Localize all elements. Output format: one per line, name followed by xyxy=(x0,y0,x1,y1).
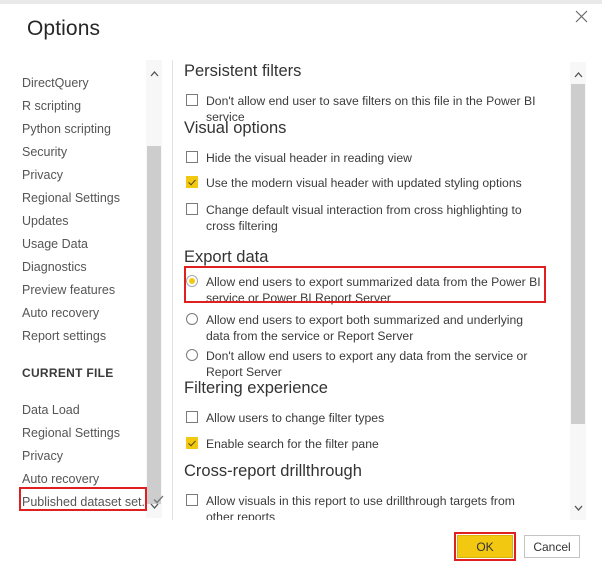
page-title: Options xyxy=(27,17,100,41)
ok-button[interactable]: OK xyxy=(457,535,513,558)
checkbox-option-row[interactable]: Hide the visual header in reading view xyxy=(184,150,544,166)
checkbox-option-row[interactable]: Use the modern visual header with update… xyxy=(184,175,544,191)
sidebar-item-usage-data[interactable]: Usage Data xyxy=(22,234,88,254)
sidebar-item-auto-recovery[interactable]: Auto recovery xyxy=(22,469,99,489)
checkmark-icon xyxy=(153,492,164,507)
sidebar-group-heading: CURRENT FILE xyxy=(22,363,114,383)
option-label: Enable search for the filter pane xyxy=(206,436,544,452)
sidebar-item-preview-features[interactable]: Preview features xyxy=(22,280,115,300)
sidebar-item-auto-recovery[interactable]: Auto recovery xyxy=(22,303,99,323)
radio-button[interactable] xyxy=(186,349,198,361)
close-button[interactable] xyxy=(566,3,596,29)
sidebar-scroll-up-button[interactable] xyxy=(146,65,162,81)
option-label: Allow end users to export both summarize… xyxy=(206,312,544,344)
chevron-down-icon xyxy=(574,498,583,516)
section-heading-filtering-experience: Filtering experience xyxy=(184,379,328,398)
content-scrollbar-thumb[interactable] xyxy=(571,84,585,424)
radio-option-row[interactable]: Don't allow end users to export any data… xyxy=(184,348,544,380)
section-heading-persistent-filters: Persistent filters xyxy=(184,62,301,81)
option-label: Allow users to change filter types xyxy=(206,410,544,426)
checkbox-option-row[interactable]: Allow visuals in this report to use dril… xyxy=(184,493,544,520)
radio-button[interactable] xyxy=(186,313,198,325)
sidebar-item-report-settings[interactable]: Report settings xyxy=(22,326,106,346)
chevron-up-icon xyxy=(150,64,159,82)
section-heading-visual-options: Visual options xyxy=(184,119,286,138)
sidebar: DirectQuery R scripting Python scripting Se… xyxy=(0,60,152,518)
checkbox[interactable] xyxy=(186,94,198,106)
sidebar-item-regional-settings[interactable]: Regional Settings xyxy=(22,188,120,208)
sidebar-item-python-scripting[interactable]: Python scripting xyxy=(22,119,111,139)
cancel-button[interactable]: Cancel xyxy=(524,535,580,558)
content-scroll-down-button[interactable] xyxy=(570,499,586,515)
close-icon xyxy=(575,10,588,23)
sidebar-item-directquery[interactable]: DirectQuery xyxy=(22,73,89,93)
sidebar-item-diagnostics[interactable]: Diagnostics xyxy=(22,257,87,277)
sidebar-item-data-load[interactable]: Data Load xyxy=(22,400,80,420)
radio-option-row[interactable]: Allow end users to export both summarize… xyxy=(184,312,544,344)
checkbox[interactable] xyxy=(186,494,198,506)
chevron-up-icon xyxy=(574,65,583,83)
content-scroll-up-button[interactable] xyxy=(570,66,586,82)
radio-option-row[interactable]: Allow end users to export summarized dat… xyxy=(184,274,544,306)
checkbox[interactable] xyxy=(186,411,198,423)
option-label: Allow end users to export summarized dat… xyxy=(206,274,544,306)
option-label: Don't allow end users to export any data… xyxy=(206,348,544,380)
checkbox[interactable] xyxy=(186,151,198,163)
sidebar-scrollbar[interactable] xyxy=(146,60,162,518)
sidebar-item-privacy[interactable]: Privacy xyxy=(22,446,63,466)
panel-divider xyxy=(172,60,173,520)
option-label: Use the modern visual header with update… xyxy=(206,175,544,191)
option-label: Hide the visual header in reading view xyxy=(206,150,544,166)
section-heading-export-data: Export data xyxy=(184,248,268,267)
window-top-strip xyxy=(0,0,602,4)
sidebar-scrollbar-thumb[interactable] xyxy=(147,146,161,504)
checkbox[interactable] xyxy=(186,437,198,449)
checkbox-option-row[interactable]: Allow users to change filter types xyxy=(184,410,544,426)
checkbox[interactable] xyxy=(186,176,198,188)
checkbox-option-row[interactable]: Enable search for the filter pane xyxy=(184,436,544,452)
sidebar-item-privacy[interactable]: Privacy xyxy=(22,165,63,185)
radio-button[interactable] xyxy=(186,275,198,287)
sidebar-item-security[interactable]: Security xyxy=(22,142,67,162)
sidebar-item-published-dataset-set[interactable]: Published dataset set... xyxy=(22,492,152,512)
checkbox-option-row[interactable]: Change default visual interaction from c… xyxy=(184,202,544,234)
options-content-panel: Persistent filtersDon't allow end user t… xyxy=(184,62,562,520)
content-scrollbar[interactable] xyxy=(570,62,586,520)
checkbox[interactable] xyxy=(186,203,198,215)
option-label: Change default visual interaction from c… xyxy=(206,202,544,234)
section-heading-cross-report-drillthrough: Cross-report drillthrough xyxy=(184,462,362,481)
sidebar-item-r-scripting[interactable]: R scripting xyxy=(22,96,81,116)
sidebar-item-updates[interactable]: Updates xyxy=(22,211,69,231)
option-label: Allow visuals in this report to use dril… xyxy=(206,493,544,520)
sidebar-item-regional-settings[interactable]: Regional Settings xyxy=(22,423,120,443)
sidebar-item-query-reduction[interactable]: Query reduction xyxy=(22,515,111,518)
